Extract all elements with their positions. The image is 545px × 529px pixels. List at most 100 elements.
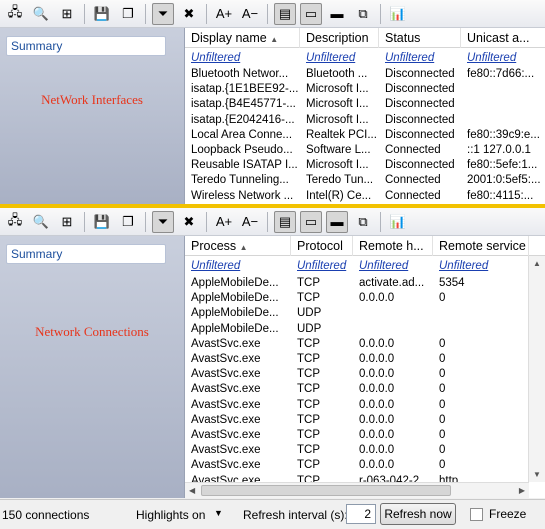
layout-left-icon[interactable]: ▤ [274, 2, 296, 25]
network-icon[interactable]: 🖧 [4, 211, 26, 233]
filter-link[interactable]: Unfiltered [353, 259, 433, 274]
table-row[interactable]: AvastSvc.exe TCP 0.0.0.0 0 [185, 398, 545, 413]
copy-icon[interactable]: ❐ [117, 3, 139, 25]
connections-grid[interactable]: Process ▲ Protocol Remote h... Remote se… [184, 236, 545, 498]
table-row[interactable]: AvastSvc.exe TCP 0.0.0.0 0 [185, 458, 545, 473]
filter-link[interactable]: Unfiltered [185, 51, 300, 66]
report-icon[interactable]: 📊 [387, 3, 409, 25]
search-icon[interactable]: 🔍 [30, 3, 52, 25]
refresh-interval-input[interactable]: 2 [346, 504, 376, 524]
scroll-thumb[interactable] [201, 485, 451, 496]
remove-highlight-icon[interactable]: A− [239, 211, 261, 233]
filter-icon[interactable]: ⏷ [152, 210, 174, 233]
remove-highlight-icon[interactable]: A− [239, 3, 261, 25]
column-header-row: Display name ▲ Description Status Unicas… [185, 28, 545, 48]
pane-title: NetWork Interfaces [41, 92, 143, 107]
windows-icon[interactable]: ⊞ [56, 3, 78, 25]
toolbar-separator [84, 211, 85, 232]
table-row[interactable]: AppleMobileDe... UDP [185, 322, 545, 337]
toolbar-separator [145, 3, 146, 24]
table-row[interactable]: AvastSvc.exe TCP 0.0.0.0 0 [185, 443, 545, 458]
column-header-remote-service[interactable]: Remote service [433, 236, 529, 256]
filter-icon[interactable]: ⏷ [152, 2, 174, 25]
column-header-status[interactable]: Status [379, 28, 461, 48]
layout-bottom-icon[interactable]: ▬ [326, 3, 348, 25]
windows-cascade-icon[interactable]: ⧉ [352, 3, 374, 25]
table-cell: 0.0.0.0 [359, 459, 395, 472]
filter-link[interactable]: Unfiltered [185, 259, 291, 274]
table-row[interactable]: Teredo Tunneling... Teredo Tun... Connecte… [185, 173, 545, 188]
table-cell: Disconnected [385, 98, 455, 111]
add-highlight-icon[interactable]: A+ [213, 211, 235, 233]
table-row[interactable]: AvastSvc.exe TCP 0.0.0.0 0 [185, 382, 545, 397]
table-row[interactable]: isatap.{1E1BEE92-... Microsoft I... Discon… [185, 82, 545, 97]
table-cell: Disconnected [385, 128, 455, 141]
filter-link[interactable]: Unfiltered [300, 51, 379, 66]
copy-icon[interactable]: ❐ [117, 211, 139, 233]
table-cell: activate.ad... [359, 277, 425, 289]
table-row[interactable]: Local Area Conne... Realtek PCI... Disconn… [185, 128, 545, 143]
filter-link[interactable]: Unfiltered [433, 259, 529, 274]
table-row[interactable]: AvastSvc.exe TCP 0.0.0.0 0 [185, 352, 545, 367]
layout-left-icon[interactable]: ▤ [274, 210, 296, 233]
table-cell: TCP [297, 353, 320, 365]
summary-tab[interactable]: Summary [6, 244, 166, 264]
table-row[interactable]: AppleMobileDe... TCP activate.ad... 5354 [185, 276, 545, 291]
table-cell: fe80::39c9:e... [467, 128, 540, 141]
save-icon[interactable]: 💾 [91, 211, 113, 233]
table-cell: 0 [439, 383, 446, 396]
column-header-remote-host[interactable]: Remote h... [353, 236, 433, 256]
column-header-protocol[interactable]: Protocol [291, 236, 353, 256]
highlights-dropdown[interactable]: Highlights on [136, 508, 205, 522]
table-cell: AvastSvc.exe [191, 337, 261, 350]
clear-filter-icon[interactable]: ✖ [178, 211, 200, 233]
scroll-down-icon[interactable]: ▼ [533, 470, 541, 479]
table-cell: TCP [297, 444, 320, 457]
table-cell: TCP [297, 277, 320, 289]
layout-top-icon[interactable]: ▭ [300, 210, 322, 233]
table-row[interactable]: Bluetooth Networ... Bluetooth ... Disconne… [185, 67, 545, 82]
clear-filter-icon[interactable]: ✖ [178, 3, 200, 25]
scroll-right-icon[interactable]: ▶ [519, 486, 525, 495]
table-row[interactable]: AvastSvc.exe TCP 0.0.0.0 0 [185, 337, 545, 352]
table-row[interactable]: isatap.{B4E45771-... Microsoft I... Discon… [185, 97, 545, 112]
interfaces-grid[interactable]: Display name ▲ Description Status Unicas… [184, 28, 545, 205]
table-row[interactable]: Loopback Pseudo... Software L... Connected… [185, 143, 545, 158]
table-row[interactable]: Reusable ISATAP I... Microsoft I... Discon… [185, 158, 545, 173]
search-icon[interactable]: 🔍 [30, 211, 52, 233]
column-header-display-name[interactable]: Display name ▲ [185, 28, 300, 48]
table-row[interactable]: AvastSvc.exe TCP 0.0.0.0 0 [185, 413, 545, 428]
windows-cascade-icon[interactable]: ⧉ [352, 211, 374, 233]
summary-tab[interactable]: Summary [6, 36, 166, 56]
summary-panel: Summary NetWork Interfaces [0, 28, 184, 205]
windows-icon[interactable]: ⊞ [56, 211, 78, 233]
table-row[interactable]: Wireless Network ... Intel(R) Ce... Connec… [185, 189, 545, 204]
filter-link[interactable]: Unfiltered [379, 51, 461, 66]
layout-top-icon[interactable]: ▭ [300, 2, 322, 25]
scroll-left-icon[interactable]: ◀ [189, 486, 195, 495]
vertical-scrollbar[interactable]: ▲ ▼ [528, 256, 545, 482]
column-header-unicast[interactable]: Unicast a... [461, 28, 545, 48]
table-row[interactable]: AppleMobileDe... UDP [185, 306, 545, 321]
table-row[interactable]: AvastSvc.exe TCP 0.0.0.0 0 [185, 428, 545, 443]
freeze-checkbox[interactable]: Freeze [470, 507, 526, 521]
chevron-down-icon[interactable]: ▼ [214, 508, 223, 518]
column-header-process[interactable]: Process ▲ [185, 236, 291, 256]
save-icon[interactable]: 💾 [91, 3, 113, 25]
table-row[interactable]: AvastSvc.exe TCP 0.0.0.0 0 [185, 367, 545, 382]
table-row[interactable]: AppleMobileDe... TCP 0.0.0.0 0 [185, 291, 545, 306]
horizontal-scrollbar[interactable]: ◀ ▶ [185, 482, 529, 498]
filter-link[interactable]: Unfiltered [291, 259, 353, 274]
table-cell: UDP [297, 322, 322, 335]
network-icon[interactable]: 🖧 [4, 3, 26, 25]
layout-bottom-icon[interactable]: ▬ [326, 210, 348, 233]
scroll-up-icon[interactable]: ▲ [533, 259, 541, 268]
checkbox-box[interactable] [470, 507, 483, 521]
refresh-now-button[interactable]: Refresh now [380, 503, 456, 525]
column-header-description[interactable]: Description [300, 28, 379, 48]
status-bar: 150 connections Highlights on ▼ Refresh … [0, 499, 545, 529]
filter-link[interactable]: Unfiltered [461, 51, 545, 66]
add-highlight-icon[interactable]: A+ [213, 3, 235, 25]
report-icon[interactable]: 📊 [387, 211, 409, 233]
table-row[interactable]: isatap.{E2042416-... Microsoft I... Discon… [185, 113, 545, 128]
